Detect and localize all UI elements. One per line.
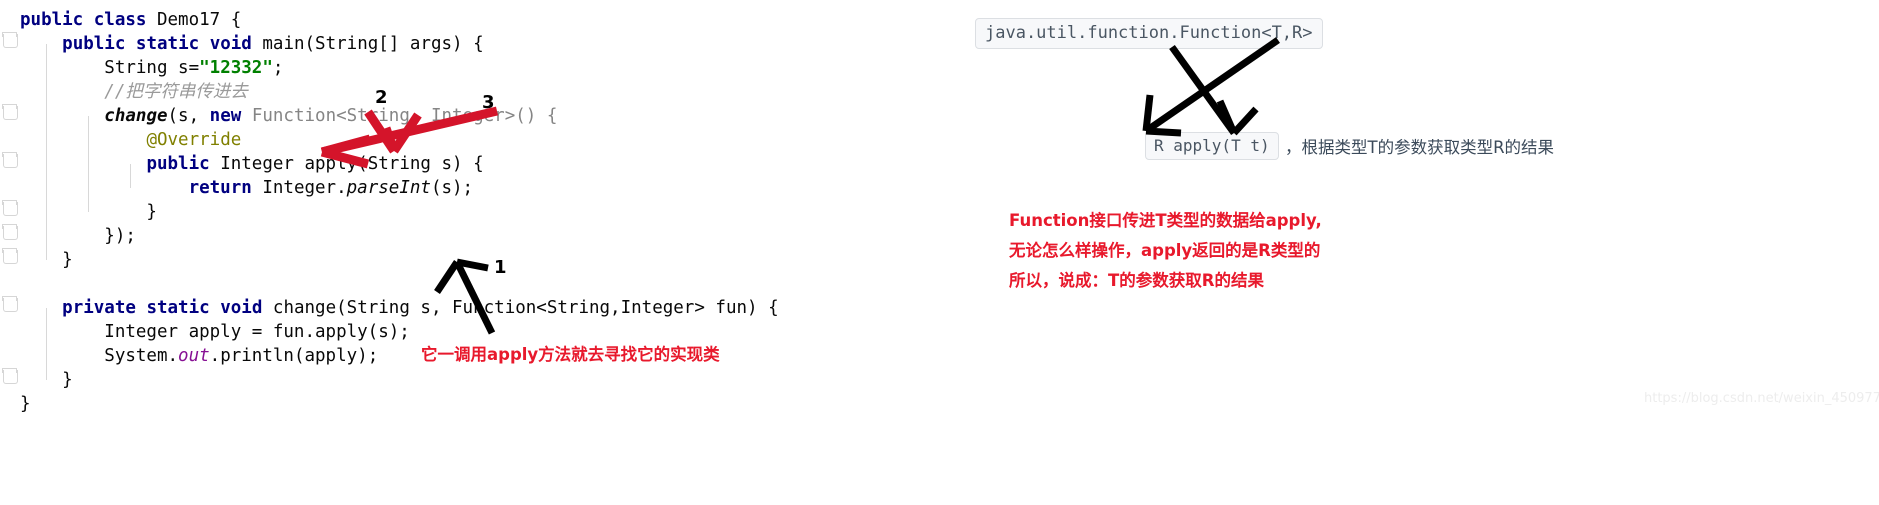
code-line[interactable]: System.out.println(apply); [20, 344, 378, 368]
code-token: main(String[] args) { [262, 34, 484, 54]
code-token: } [20, 250, 73, 270]
code-token: Integer apply(String s) { [220, 154, 484, 174]
code-line[interactable]: } [20, 368, 73, 392]
code-line[interactable]: return Integer.parseInt(s); [20, 176, 474, 200]
code-line[interactable]: } [20, 200, 157, 224]
watermark-url: https://blog.csdn.net/weixin_45097731 [1644, 391, 1879, 406]
code-editor[interactable]: public class Demo17 { public static void… [0, 0, 960, 505]
fold-marker-icon[interactable] [2, 248, 18, 264]
code-line[interactable]: public static void main(String[] args) { [20, 32, 484, 56]
code-line[interactable]: } [20, 392, 31, 416]
code-token: public [20, 10, 94, 30]
annotation-right-line-2: 无论怎么样操作，apply返回的是R类型的 [1009, 241, 1321, 260]
code-token: (s, [167, 106, 210, 126]
code-token: new [209, 106, 252, 126]
code-line[interactable]: Integer apply = fun.apply(s); [20, 320, 410, 344]
screenshot-root: public class Demo17 { public static void… [0, 0, 1879, 505]
code-line[interactable]: }); [20, 224, 136, 248]
code-token: @Override [146, 130, 242, 150]
code-line[interactable]: change(s, new Function<String, Integer>(… [20, 104, 557, 128]
code-token: static [146, 298, 221, 318]
code-token: parseInt [346, 178, 431, 198]
code-token: } [20, 370, 73, 390]
fold-marker-icon[interactable] [2, 104, 18, 120]
code-token: return [188, 178, 263, 198]
fold-marker-icon[interactable] [2, 32, 18, 48]
annotation-left-note: 它一调用apply方法就去寻找它的实现类 [421, 345, 720, 364]
tooltip-apply-signature: R apply(T t) [1145, 132, 1279, 160]
code-token: } [20, 202, 157, 222]
code-line[interactable]: private static void change(String s, Fun… [20, 296, 779, 320]
code-token: .println(apply); [209, 346, 379, 366]
code-token: Function<String, Integer>() { [251, 106, 558, 126]
code-line[interactable]: } [20, 248, 73, 272]
code-token: public [62, 34, 136, 54]
code-token: System. [20, 346, 179, 366]
code-line[interactable]: //把字符串传进去 [20, 80, 248, 104]
fold-marker-icon[interactable] [2, 224, 18, 240]
code-token: private [62, 298, 147, 318]
code-token: "12332" [199, 58, 273, 78]
fold-marker-icon[interactable] [2, 368, 18, 384]
code-token: ; [272, 58, 284, 78]
code-line[interactable]: @Override [20, 128, 241, 152]
code-token: change [104, 106, 168, 126]
apply-description-text: ，根据类型T的参数获取类型R的结果 [1285, 138, 1555, 157]
marker-2: 2 [375, 87, 388, 108]
annotation-right-line-1: Function接口传进T类型的数据给apply, [1009, 211, 1322, 230]
code-token: Integer. [262, 178, 347, 198]
code-token: }); [20, 226, 136, 246]
code-token: void [220, 298, 273, 318]
code-token: String s= [20, 58, 200, 78]
fold-marker-icon[interactable] [2, 200, 18, 216]
fold-marker-icon[interactable] [2, 296, 18, 312]
marker-3: 3 [482, 92, 495, 113]
black-arrow-tooltip-down [1169, 44, 1259, 136]
code-token: Integer apply = fun.apply(s); [20, 322, 410, 342]
code-token: Demo17 { [156, 10, 242, 30]
code-token: change(String s, Function<String,Integer… [272, 298, 779, 318]
code-token: public [146, 154, 221, 174]
code-token: (s); [430, 178, 474, 198]
code-token: static [135, 34, 210, 54]
code-line[interactable]: String s="12332"; [20, 56, 283, 80]
code-line[interactable]: public class Demo17 { [20, 8, 241, 32]
marker-1: 1 [494, 257, 507, 278]
annotation-right-line-3: 所以，说成：T的参数获取R的结果 [1009, 271, 1264, 290]
code-token: void [209, 34, 263, 54]
code-line[interactable]: public Integer apply(String s) { [20, 152, 484, 176]
tooltip-function-type: java.util.function.Function<T,R> [975, 18, 1323, 49]
code-token: } [20, 394, 31, 414]
black-arrow-tooltip-left [1142, 37, 1280, 137]
code-token: //把字符串传进去 [104, 82, 248, 102]
code-token: class [93, 10, 157, 30]
code-token: out [178, 346, 210, 366]
fold-marker-icon[interactable] [2, 152, 18, 168]
